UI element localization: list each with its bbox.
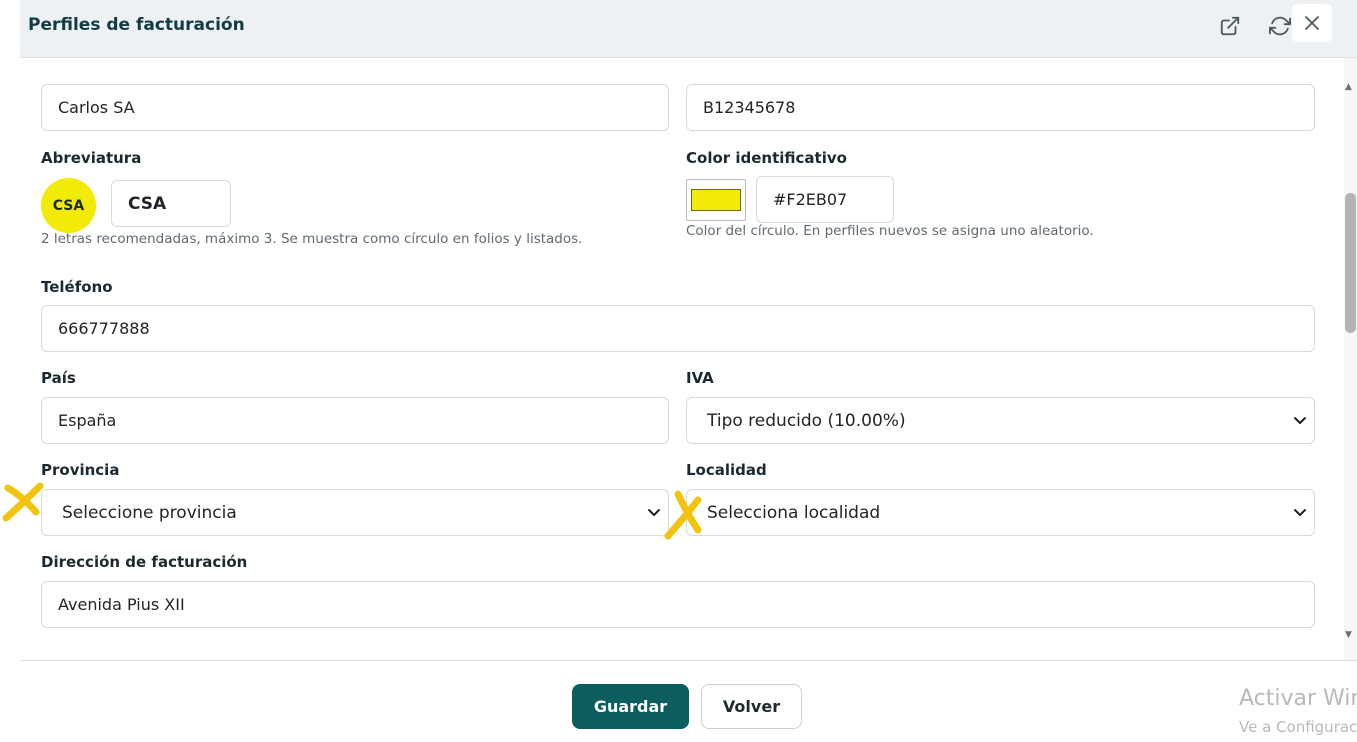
- province-select[interactable]: Seleccione provincia: [41, 489, 669, 536]
- windows-activation-subtitle: Ve a Configuración: [1239, 718, 1357, 736]
- color-label: Color identificativo: [686, 149, 847, 167]
- abbreviation-help: 2 letras recomendadas, máximo 3. Se mues…: [41, 231, 583, 247]
- billing-address-input[interactable]: Avenida Pius XII: [41, 581, 1315, 628]
- modal-header: Perfiles de facturación: [20, 0, 1357, 58]
- save-button[interactable]: Guardar: [572, 684, 689, 729]
- refresh-icon[interactable]: [1268, 14, 1292, 38]
- chevron-down-icon: [1294, 417, 1306, 424]
- billing-address-label: Dirección de facturación: [41, 553, 248, 571]
- color-picker[interactable]: [686, 179, 746, 221]
- vat-select[interactable]: Tipo reducido (10.00%): [686, 397, 1315, 444]
- scrollbar-track[interactable]: [1344, 58, 1357, 660]
- country-label: País: [41, 369, 76, 387]
- scrollbar-thumb[interactable]: [1345, 193, 1356, 333]
- back-button[interactable]: Volver: [701, 684, 802, 729]
- locality-selected: Selecciona localidad: [707, 502, 881, 523]
- scroll-up-icon[interactable]: ▲: [1345, 82, 1352, 92]
- chevron-down-icon: [1294, 509, 1306, 516]
- external-link-icon[interactable]: [1218, 14, 1242, 38]
- modal-body: Carlos SA B12345678 Abreviatura CSA CSA …: [20, 58, 1357, 660]
- phone-label: Teléfono: [41, 278, 113, 296]
- color-swatch: [691, 189, 741, 211]
- locality-label: Localidad: [686, 461, 767, 479]
- windows-activation-title: Activar Windows: [1239, 686, 1357, 711]
- abbreviation-badge: CSA: [41, 178, 96, 233]
- nif-input[interactable]: B12345678: [686, 84, 1315, 131]
- abbreviation-label: Abreviatura: [41, 149, 142, 167]
- next-field-label-partial: [41, 646, 46, 653]
- close-icon: [1305, 16, 1319, 30]
- scroll-down-icon[interactable]: ▼: [1345, 630, 1352, 640]
- color-help: Color del círculo. En perfiles nuevos se…: [686, 223, 1094, 239]
- close-button[interactable]: [1292, 4, 1332, 42]
- color-hex-input[interactable]: #F2EB07: [756, 176, 894, 223]
- abbreviation-input[interactable]: CSA: [111, 180, 231, 227]
- vat-selected: Tipo reducido (10.00%): [707, 410, 906, 431]
- province-label: Provincia: [41, 461, 120, 479]
- country-input[interactable]: España: [41, 397, 669, 444]
- annotation-x-mark: [664, 490, 702, 540]
- province-selected: Seleccione provincia: [62, 502, 237, 523]
- locality-select[interactable]: Selecciona localidad: [686, 489, 1315, 536]
- modal-title: Perfiles de facturación: [28, 15, 245, 35]
- annotation-x-mark: [2, 482, 44, 522]
- name-input[interactable]: Carlos SA: [41, 84, 669, 131]
- vat-label: IVA: [686, 369, 714, 387]
- phone-input[interactable]: 666777888: [41, 305, 1315, 352]
